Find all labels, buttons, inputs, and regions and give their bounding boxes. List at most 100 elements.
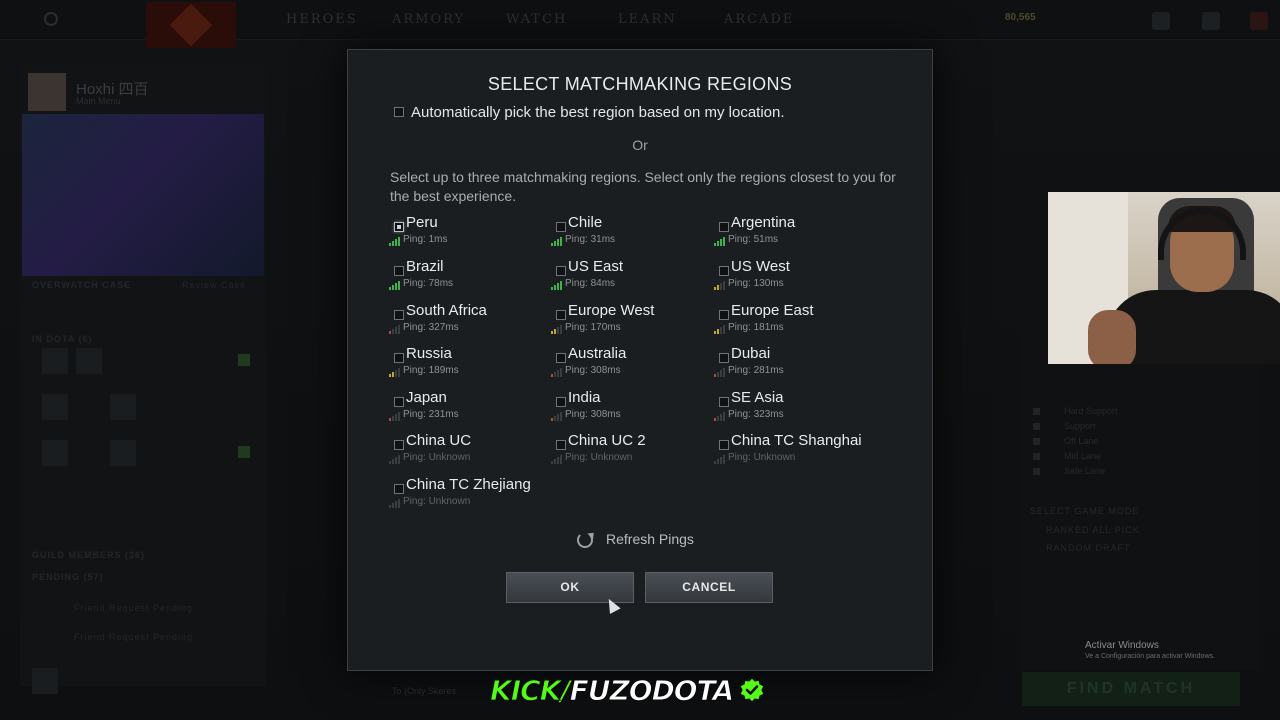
region-name[interactable]: Europe West (568, 302, 654, 319)
region-name[interactable]: Chile (568, 214, 602, 231)
nav-watch: WATCH (506, 12, 568, 27)
region-name[interactable]: Brazil (406, 258, 444, 275)
role-checkbox (1033, 438, 1040, 445)
auto-pick-checkbox[interactable] (394, 107, 404, 117)
dota-logo (146, 2, 236, 48)
avatar (32, 668, 58, 694)
region-name[interactable]: Dubai (731, 345, 770, 362)
region-checkbox[interactable] (719, 266, 729, 276)
region-name[interactable]: China UC (406, 432, 471, 449)
profile-hero-art (22, 114, 264, 276)
region-ping: Ping: 51ms (728, 234, 779, 245)
region-ping: Ping: Unknown (403, 496, 471, 507)
region-name[interactable]: China TC Shanghai (731, 432, 862, 449)
region-china-uc-2[interactable]: China UC 2 Ping: Unknown (539, 432, 699, 472)
region-checkbox[interactable] (394, 222, 404, 232)
region-ping: Ping: 84ms (565, 278, 616, 289)
region-se-asia[interactable]: SE Asia Ping: 323ms (702, 389, 862, 429)
signal-bars-icon (389, 412, 401, 421)
region-checkbox[interactable] (394, 484, 404, 494)
region-checkbox[interactable] (719, 353, 729, 363)
role-label: Mid Lane (1064, 451, 1102, 461)
region-brazil[interactable]: Brazil Ping: 78ms (377, 258, 537, 298)
region-checkbox[interactable] (394, 310, 404, 320)
region-checkbox[interactable] (394, 440, 404, 450)
region-name[interactable]: Russia (406, 345, 452, 362)
region-peru[interactable]: Peru Ping: 1ms (377, 214, 537, 254)
region-china-tc-shanghai[interactable]: China TC Shanghai Ping: Unknown (702, 432, 862, 472)
region-checkbox[interactable] (556, 266, 566, 276)
region-australia[interactable]: Australia Ping: 308ms (539, 345, 699, 385)
signal-bars-icon (389, 368, 401, 377)
or-separator: Or (632, 137, 648, 153)
signal-bars-icon (714, 237, 726, 246)
role-label: Support (1064, 421, 1096, 431)
region-us-west[interactable]: US West Ping: 130ms (702, 258, 862, 298)
region-name[interactable]: Australia (568, 345, 626, 362)
role-checkbox (1033, 468, 1040, 475)
channel-name: FUZODOTA (569, 673, 735, 707)
signal-bars-icon (551, 455, 563, 464)
region-checkbox[interactable] (556, 222, 566, 232)
region-name[interactable]: US East (568, 258, 623, 275)
region-dubai[interactable]: Dubai Ping: 281ms (702, 345, 862, 385)
region-europe-east[interactable]: Europe East Ping: 181ms (702, 302, 862, 342)
region-south-africa[interactable]: South Africa Ping: 327ms (377, 302, 537, 342)
top-nav-bar: HEROES ARMORY WATCH LEARN ARCADE 80,565 (0, 0, 1280, 48)
region-us-east[interactable]: US East Ping: 84ms (539, 258, 699, 298)
region-china-uc[interactable]: China UC Ping: Unknown (377, 432, 537, 472)
region-japan[interactable]: Japan Ping: 231ms (377, 389, 537, 429)
region-name[interactable]: US West (731, 258, 790, 275)
region-name[interactable]: India (568, 389, 601, 406)
region-russia[interactable]: Russia Ping: 189ms (377, 345, 537, 385)
region-checkbox[interactable] (394, 353, 404, 363)
region-ping: Ping: 181ms (728, 322, 784, 333)
region-checkbox[interactable] (556, 440, 566, 450)
region-checkbox[interactable] (719, 440, 729, 450)
role-checkbox (1033, 453, 1040, 460)
region-china-tc-zhejiang[interactable]: China TC Zhejiang Ping: Unknown (377, 476, 537, 516)
region-ping: Ping: 308ms (565, 365, 621, 376)
find-match-button: FIND MATCH (1022, 672, 1240, 706)
region-ping: Ping: 189ms (403, 365, 459, 376)
region-name[interactable]: Argentina (731, 214, 795, 231)
role-label: Hard Support (1064, 406, 1118, 416)
region-checkbox[interactable] (556, 353, 566, 363)
friend-avatar (110, 440, 136, 466)
refresh-icon (577, 532, 593, 548)
friend-request-text: Friend Request Pending (74, 632, 194, 642)
region-checkbox[interactable] (556, 397, 566, 407)
region-name[interactable]: Peru (406, 214, 438, 231)
profile-status: Main Menu (76, 96, 121, 106)
region-chile[interactable]: Chile Ping: 31ms (539, 214, 699, 254)
region-name[interactable]: Japan (406, 389, 447, 406)
region-name[interactable]: SE Asia (731, 389, 784, 406)
region-ping: Ping: 327ms (403, 322, 459, 333)
region-checkbox[interactable] (394, 397, 404, 407)
signal-bars-icon (551, 281, 563, 290)
signal-bars-icon (389, 325, 401, 334)
kick-brand: KICK/ (490, 673, 572, 707)
region-name[interactable]: China UC 2 (568, 432, 646, 449)
refresh-pings-button[interactable]: Refresh Pings (574, 530, 734, 552)
cancel-button[interactable]: CANCEL (645, 572, 773, 603)
game-mode-header: SELECT GAME MODE (1030, 506, 1140, 516)
chat-input-hint: To (Only Skeres (392, 686, 457, 696)
region-name[interactable]: South Africa (406, 302, 487, 319)
region-checkbox[interactable] (719, 397, 729, 407)
region-checkbox[interactable] (556, 310, 566, 320)
region-argentina[interactable]: Argentina Ping: 51ms (702, 214, 862, 254)
region-ping: Ping: 308ms (565, 409, 621, 420)
region-name[interactable]: China TC Zhejiang (406, 476, 531, 493)
auto-pick-label[interactable]: Automatically pick the best region based… (411, 104, 785, 121)
region-europe-west[interactable]: Europe West Ping: 170ms (539, 302, 699, 342)
region-checkbox[interactable] (719, 222, 729, 232)
signal-bars-icon (551, 237, 563, 246)
webcam-feed (1048, 192, 1280, 364)
region-checkbox[interactable] (719, 310, 729, 320)
region-checkbox[interactable] (394, 266, 404, 276)
region-name[interactable]: Europe East (731, 302, 814, 319)
region-india[interactable]: India Ping: 308ms (539, 389, 699, 429)
overwatch-case-label: OVERWATCH CASE (32, 280, 132, 290)
activate-windows-subtitle: Ve a Configuración para activar Windows. (1085, 653, 1215, 660)
